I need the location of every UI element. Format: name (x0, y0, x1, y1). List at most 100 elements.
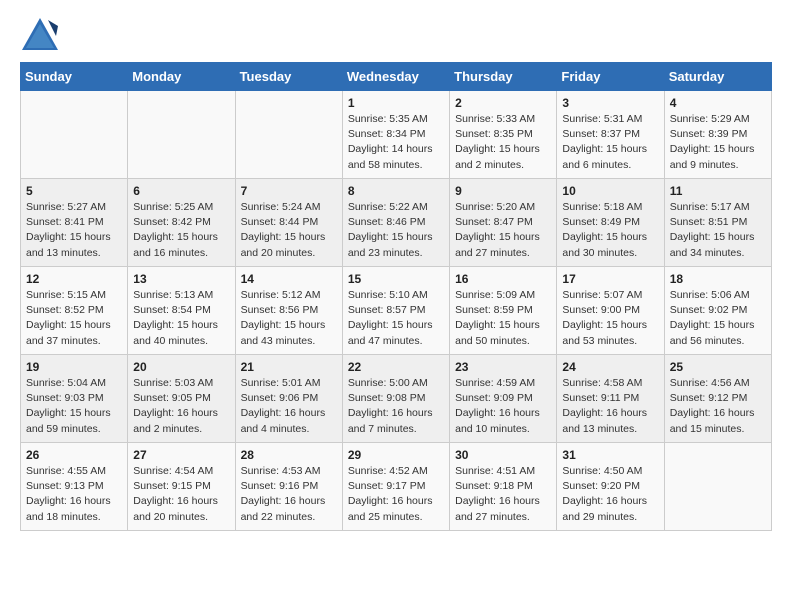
calendar-cell: 15 Sunrise: 5:10 AM Sunset: 8:57 PM Dayli… (342, 267, 449, 355)
cell-content: Sunrise: 4:58 AM Sunset: 9:11 PM Dayligh… (562, 376, 658, 437)
calendar-cell: 16 Sunrise: 5:09 AM Sunset: 8:59 PM Dayli… (450, 267, 557, 355)
cell-content: Sunrise: 5:17 AM Sunset: 8:51 PM Dayligh… (670, 200, 766, 261)
calendar-cell: 27 Sunrise: 4:54 AM Sunset: 9:15 PM Dayli… (128, 443, 235, 531)
calendar-cell: 3 Sunrise: 5:31 AM Sunset: 8:37 PM Daylig… (557, 91, 664, 179)
weekday-header-tuesday: Tuesday (235, 63, 342, 91)
day-number: 27 (133, 448, 229, 462)
weekday-header-thursday: Thursday (450, 63, 557, 91)
calendar-cell: 4Sunrise: 5:29 AM Sunset: 8:39 PM Daylig… (664, 91, 771, 179)
cell-content: Sunrise: 5:18 AM Sunset: 8:49 PM Dayligh… (562, 200, 658, 261)
calendar-cell: 23Sunrise: 4:59 AM Sunset: 9:09 PM Dayli… (450, 355, 557, 443)
cell-content: Sunrise: 5:03 AM Sunset: 9:05 PM Dayligh… (133, 376, 229, 437)
weekday-header-monday: Monday (128, 63, 235, 91)
day-number: 10 (562, 184, 658, 198)
calendar-cell: 2Sunrise: 5:33 AM Sunset: 8:35 PM Daylig… (450, 91, 557, 179)
cell-content: Sunrise: 5:29 AM Sunset: 8:39 PM Dayligh… (670, 112, 766, 173)
calendar-cell: 11 Sunrise: 5:17 AM Sunset: 8:51 PM Dayli… (664, 179, 771, 267)
cell-content: Sunrise: 5:07 AM Sunset: 9:00 PM Dayligh… (562, 288, 658, 349)
calendar-cell: 21 Sunrise: 5:01 AM Sunset: 9:06 PM Dayli… (235, 355, 342, 443)
calendar-cell (128, 91, 235, 179)
week-row-4: 19 Sunrise: 5:04 AM Sunset: 9:03 PM Dayli… (21, 355, 772, 443)
cell-content: Sunrise: 4:59 AM Sunset: 9:09 PM Dayligh… (455, 376, 551, 437)
week-row-5: 26 Sunrise: 4:55 AM Sunset: 9:13 PM Dayli… (21, 443, 772, 531)
cell-content: Sunrise: 5:22 AM Sunset: 8:46 PM Dayligh… (348, 200, 444, 261)
day-number: 31 (562, 448, 658, 462)
cell-content: Sunrise: 5:01 AM Sunset: 9:06 PM Dayligh… (241, 376, 337, 437)
weekday-header-wednesday: Wednesday (342, 63, 449, 91)
day-number: 29 (348, 448, 444, 462)
calendar-cell: 29 Sunrise: 4:52 AM Sunset: 9:17 PM Dayli… (342, 443, 449, 531)
cell-content: Sunrise: 5:13 AM Sunset: 8:54 PM Dayligh… (133, 288, 229, 349)
cell-content: Sunrise: 5:00 AM Sunset: 9:08 PM Dayligh… (348, 376, 444, 437)
calendar-cell: 14Sunrise: 5:12 AM Sunset: 8:56 PM Dayli… (235, 267, 342, 355)
cell-content: Sunrise: 5:27 AM Sunset: 8:41 PM Dayligh… (26, 200, 122, 261)
page: SundayMondayTuesdayWednesdayThursdayFrid… (0, 0, 792, 547)
day-number: 9 (455, 184, 551, 198)
weekday-header-saturday: Saturday (664, 63, 771, 91)
calendar-cell: 7 Sunrise: 5:24 AM Sunset: 8:44 PM Daylig… (235, 179, 342, 267)
cell-content: Sunrise: 5:12 AM Sunset: 8:56 PM Dayligh… (241, 288, 337, 349)
cell-content: Sunrise: 4:53 AM Sunset: 9:16 PM Dayligh… (241, 464, 337, 525)
day-number: 3 (562, 96, 658, 110)
calendar-cell: 5 Sunrise: 5:27 AM Sunset: 8:41 PM Daylig… (21, 179, 128, 267)
cell-content: Sunrise: 5:20 AM Sunset: 8:47 PM Dayligh… (455, 200, 551, 261)
calendar-cell: 8Sunrise: 5:22 AM Sunset: 8:46 PM Daylig… (342, 179, 449, 267)
day-number: 15 (348, 272, 444, 286)
week-row-2: 5 Sunrise: 5:27 AM Sunset: 8:41 PM Daylig… (21, 179, 772, 267)
day-number: 26 (26, 448, 122, 462)
cell-content: Sunrise: 5:09 AM Sunset: 8:59 PM Dayligh… (455, 288, 551, 349)
week-row-3: 12Sunrise: 5:15 AM Sunset: 8:52 PM Dayli… (21, 267, 772, 355)
calendar-cell: 18 Sunrise: 5:06 AM Sunset: 9:02 PM Dayli… (664, 267, 771, 355)
day-number: 24 (562, 360, 658, 374)
calendar-cell: 20 Sunrise: 5:03 AM Sunset: 9:05 PM Dayli… (128, 355, 235, 443)
day-number: 30 (455, 448, 551, 462)
calendar-cell: 12Sunrise: 5:15 AM Sunset: 8:52 PM Dayli… (21, 267, 128, 355)
calendar-cell: 19 Sunrise: 5:04 AM Sunset: 9:03 PM Dayli… (21, 355, 128, 443)
week-row-1: 1Sunrise: 5:35 AM Sunset: 8:34 PM Daylig… (21, 91, 772, 179)
day-number: 13 (133, 272, 229, 286)
day-number: 7 (241, 184, 337, 198)
day-number: 5 (26, 184, 122, 198)
day-number: 6 (133, 184, 229, 198)
weekday-header-sunday: Sunday (21, 63, 128, 91)
weekday-header-friday: Friday (557, 63, 664, 91)
day-number: 28 (241, 448, 337, 462)
cell-content: Sunrise: 4:51 AM Sunset: 9:18 PM Dayligh… (455, 464, 551, 525)
calendar-cell: 22 Sunrise: 5:00 AM Sunset: 9:08 PM Dayli… (342, 355, 449, 443)
calendar-cell: 28 Sunrise: 4:53 AM Sunset: 9:16 PM Dayli… (235, 443, 342, 531)
cell-content: Sunrise: 4:54 AM Sunset: 9:15 PM Dayligh… (133, 464, 229, 525)
day-number: 19 (26, 360, 122, 374)
calendar-cell: 26 Sunrise: 4:55 AM Sunset: 9:13 PM Dayli… (21, 443, 128, 531)
cell-content: Sunrise: 4:55 AM Sunset: 9:13 PM Dayligh… (26, 464, 122, 525)
cell-content: Sunrise: 4:52 AM Sunset: 9:17 PM Dayligh… (348, 464, 444, 525)
day-number: 12 (26, 272, 122, 286)
day-number: 20 (133, 360, 229, 374)
calendar-cell: 17 Sunrise: 5:07 AM Sunset: 9:00 PM Dayli… (557, 267, 664, 355)
cell-content: Sunrise: 4:50 AM Sunset: 9:20 PM Dayligh… (562, 464, 658, 525)
day-number: 17 (562, 272, 658, 286)
cell-content: Sunrise: 5:10 AM Sunset: 8:57 PM Dayligh… (348, 288, 444, 349)
day-number: 11 (670, 184, 766, 198)
calendar-cell: 9 Sunrise: 5:20 AM Sunset: 8:47 PM Daylig… (450, 179, 557, 267)
day-number: 25 (670, 360, 766, 374)
day-number: 16 (455, 272, 551, 286)
calendar-table: SundayMondayTuesdayWednesdayThursdayFrid… (20, 62, 772, 531)
calendar-cell: 10 Sunrise: 5:18 AM Sunset: 8:49 PM Dayli… (557, 179, 664, 267)
calendar-cell: 13 Sunrise: 5:13 AM Sunset: 8:54 PM Dayli… (128, 267, 235, 355)
calendar-cell (664, 443, 771, 531)
cell-content: Sunrise: 5:24 AM Sunset: 8:44 PM Dayligh… (241, 200, 337, 261)
cell-content: Sunrise: 5:25 AM Sunset: 8:42 PM Dayligh… (133, 200, 229, 261)
cell-content: Sunrise: 5:33 AM Sunset: 8:35 PM Dayligh… (455, 112, 551, 173)
day-number: 22 (348, 360, 444, 374)
logo (20, 16, 66, 52)
cell-content: Sunrise: 5:06 AM Sunset: 9:02 PM Dayligh… (670, 288, 766, 349)
cell-content: Sunrise: 5:31 AM Sunset: 8:37 PM Dayligh… (562, 112, 658, 173)
calendar-cell: 31 Sunrise: 4:50 AM Sunset: 9:20 PM Dayli… (557, 443, 664, 531)
cell-content: Sunrise: 5:04 AM Sunset: 9:03 PM Dayligh… (26, 376, 122, 437)
logo-icon (20, 16, 60, 52)
calendar-cell: 6 Sunrise: 5:25 AM Sunset: 8:42 PM Daylig… (128, 179, 235, 267)
cell-content: Sunrise: 5:35 AM Sunset: 8:34 PM Dayligh… (348, 112, 444, 173)
calendar-cell (235, 91, 342, 179)
day-number: 21 (241, 360, 337, 374)
day-number: 18 (670, 272, 766, 286)
